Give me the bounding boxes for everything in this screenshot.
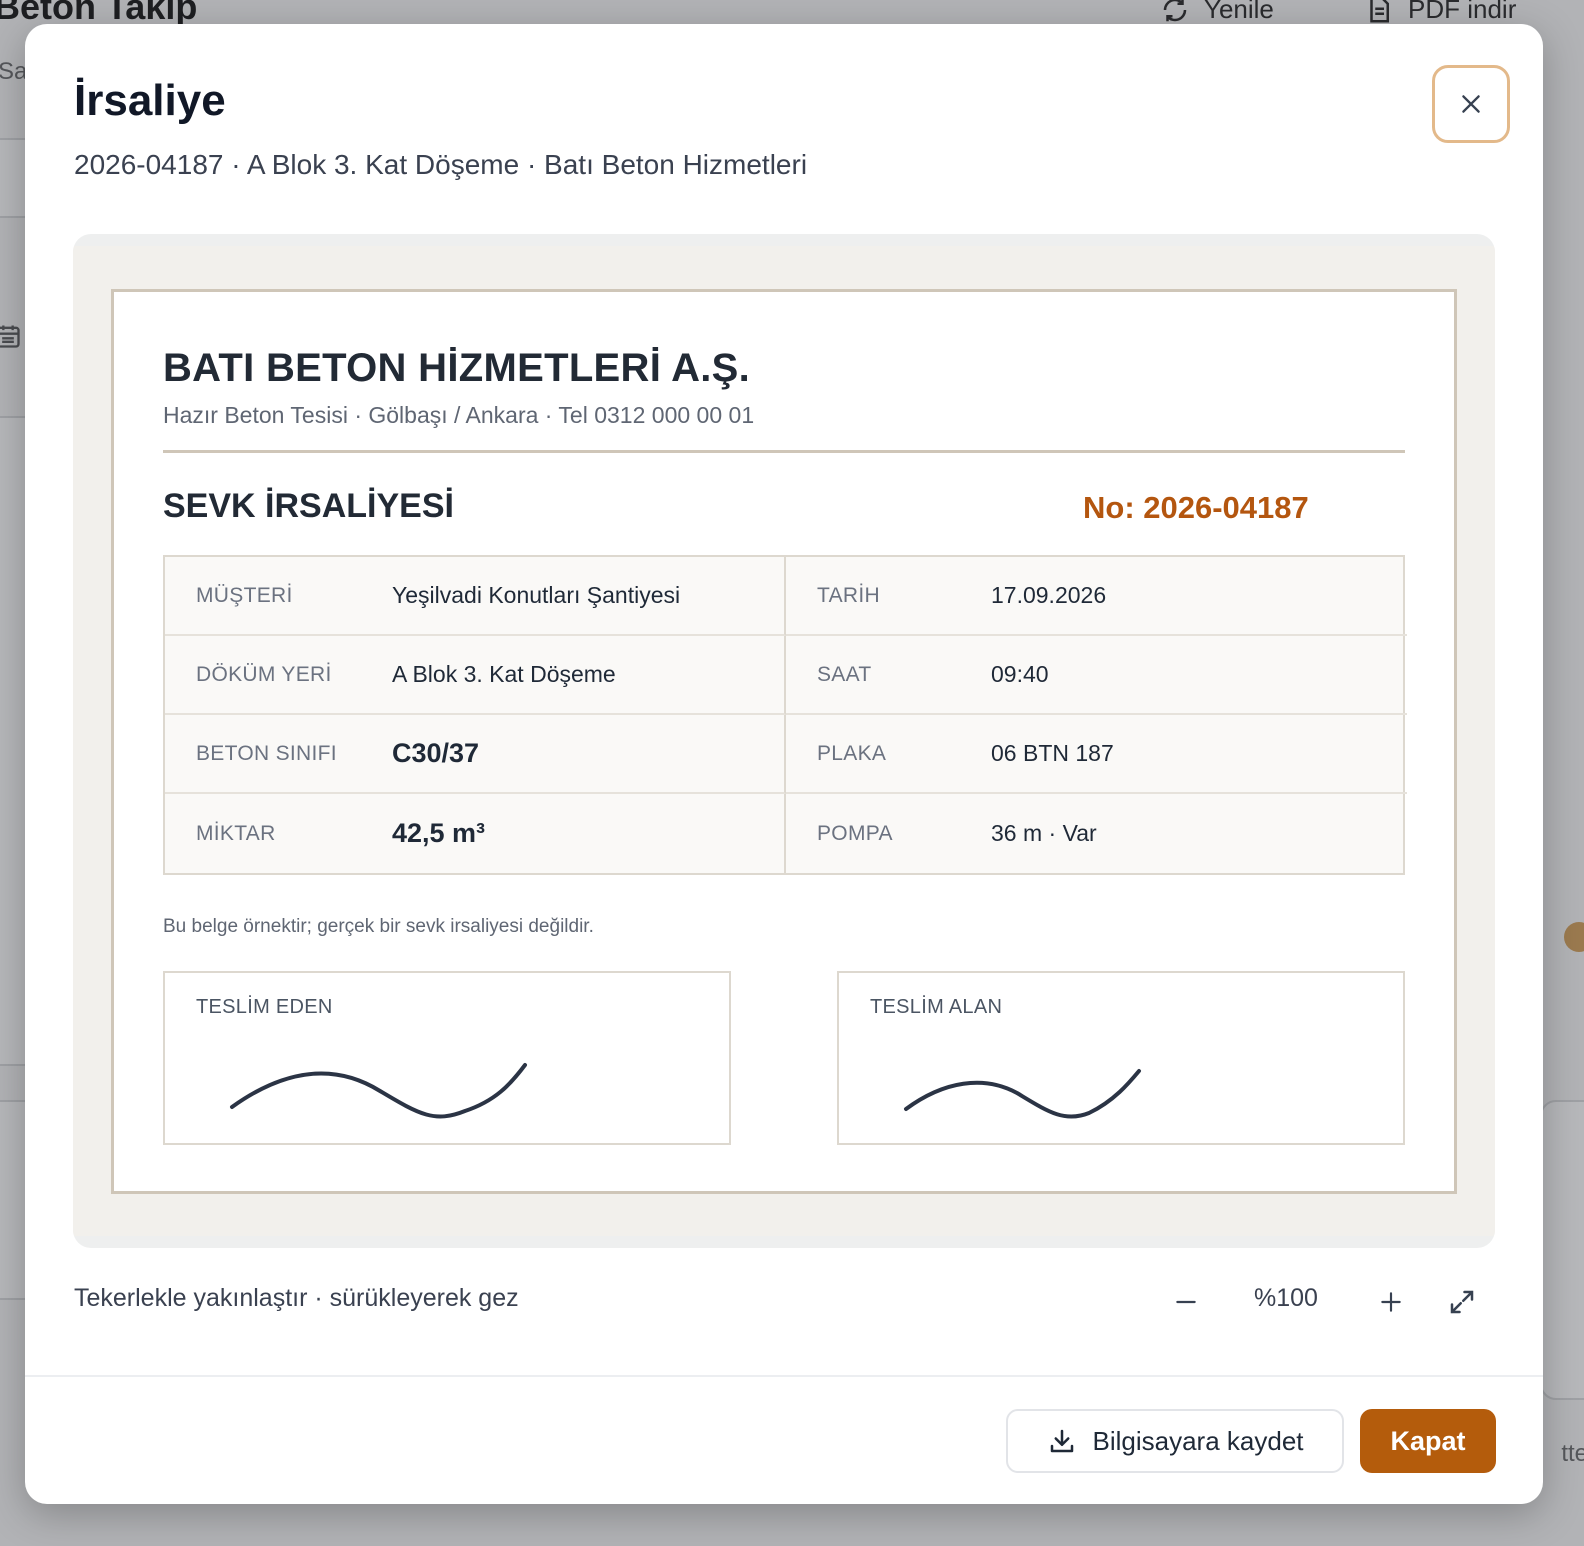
pdf-label: PDF indir xyxy=(1408,0,1517,24)
field-value: C30/37 xyxy=(392,738,480,768)
field-label: DÖKÜM YERİ xyxy=(196,662,332,686)
table-cell: TARİH 17.09.2026 xyxy=(786,557,1407,636)
signature-box-receiver: TESLİM ALAN xyxy=(837,971,1405,1145)
table-cell: SAAT 09:40 xyxy=(786,636,1407,715)
document-viewer[interactable]: BATI BETON HİZMETLERİ A.Ş. Hazır Beton T… xyxy=(73,234,1495,1248)
table-cell: DÖKÜM YERİ A Blok 3. Kat Döşeme xyxy=(165,636,786,715)
table-cell: BETON SINIFI C30/37 xyxy=(165,715,786,794)
close-icon xyxy=(1462,95,1480,113)
field-value: 06 BTN 187 xyxy=(991,740,1114,766)
background-indicator xyxy=(1564,922,1584,952)
irsaliye-modal: İrsaliye 2026-04187 · A Blok 3. Kat Döşe… xyxy=(25,24,1543,1504)
zoom-level: %100 xyxy=(1254,1284,1318,1312)
fullscreen-button[interactable] xyxy=(1440,1280,1484,1324)
field-label: SAAT xyxy=(817,662,872,686)
document-canvas: BATI BETON HİZMETLERİ A.Ş. Hazır Beton T… xyxy=(73,246,1495,1236)
field-value: A Blok 3. Kat Döşeme xyxy=(392,661,616,687)
download-icon xyxy=(1050,1429,1073,1453)
field-label: MÜŞTERİ xyxy=(196,583,293,607)
modal-subtitle: 2026-04187 · A Blok 3. Kat Döşeme · Batı… xyxy=(74,149,808,180)
company-info: Hazır Beton Tesisi · Gölbaşı / Ankara · … xyxy=(163,402,755,428)
document-icon xyxy=(1370,0,1389,22)
field-value: 42,5 m³ xyxy=(392,818,486,848)
zoom-in-button[interactable] xyxy=(1369,1280,1413,1324)
field-label: BETON SINIFI xyxy=(196,741,337,765)
document-type: SEVK İRSALİYESİ xyxy=(163,487,454,525)
refresh-icon xyxy=(1163,0,1187,21)
signature-drawing xyxy=(904,1069,1141,1119)
delivery-note-document: BATI BETON HİZMETLERİ A.Ş. Hazır Beton T… xyxy=(111,289,1457,1194)
calendar-icon xyxy=(0,325,20,348)
minus-icon xyxy=(1176,1300,1196,1304)
zoom-toolbar: Tekerlekle yakınlaştır · sürükleyerek ge… xyxy=(74,1280,1496,1324)
modal-close-button[interactable] xyxy=(1432,65,1510,143)
refresh-button[interactable]: Yenile xyxy=(1160,0,1274,25)
table-cell: PLAKA 06 BTN 187 xyxy=(786,715,1407,794)
sample-note: Bu belge örnektir; gerçek bir sevk irsal… xyxy=(163,916,594,937)
field-value: 09:40 xyxy=(991,661,1049,687)
plus-icon xyxy=(1381,1292,1401,1312)
field-value: 36 m · Var xyxy=(991,820,1097,846)
close-button[interactable]: Kapat xyxy=(1360,1409,1496,1473)
background-card xyxy=(1540,1100,1584,1400)
background-partial-text: Sa xyxy=(0,58,28,85)
company-name: BATI BETON HİZMETLERİ A.Ş. xyxy=(163,346,751,390)
table-cell: POMPA 36 m · Var xyxy=(786,794,1407,873)
signature-box-deliverer: TESLİM EDEN xyxy=(163,971,731,1145)
signature-drawing xyxy=(230,1063,527,1119)
footer-divider xyxy=(25,1375,1543,1377)
field-label: POMPA xyxy=(817,821,893,845)
table-cell: MİKTAR 42,5 m³ xyxy=(165,794,786,873)
header-divider xyxy=(163,450,1405,453)
table-cell: MÜŞTERİ Yeşilvadi Konutları Şantiyesi xyxy=(165,557,786,636)
background-partial-text: tte xyxy=(1561,1440,1584,1467)
expand-icon xyxy=(1450,1290,1474,1314)
field-value: 17.09.2026 xyxy=(991,582,1107,608)
zoom-hint: Tekerlekle yakınlaştır · sürükleyerek ge… xyxy=(74,1284,519,1312)
field-label: PLAKA xyxy=(817,741,887,765)
zoom-out-button[interactable] xyxy=(1164,1280,1208,1324)
delivery-info-table: MÜŞTERİ Yeşilvadi Konutları Şantiyesi TAR… xyxy=(163,555,1407,875)
field-label: TARİH xyxy=(817,583,880,607)
refresh-label: Yenile xyxy=(1204,0,1274,24)
modal-title: İrsaliye xyxy=(74,76,226,125)
document-number: No: 2026-04187 xyxy=(1083,490,1309,525)
field-value: Yeşilvadi Konutları Şantiyesi xyxy=(392,582,681,608)
save-label: Bilgisayara kaydet xyxy=(1092,1425,1304,1456)
field-label: MİKTAR xyxy=(196,821,276,845)
save-to-computer-button[interactable]: Bilgisayara kaydet xyxy=(1006,1409,1344,1473)
pdf-download-button[interactable]: PDF indir xyxy=(1364,0,1516,25)
